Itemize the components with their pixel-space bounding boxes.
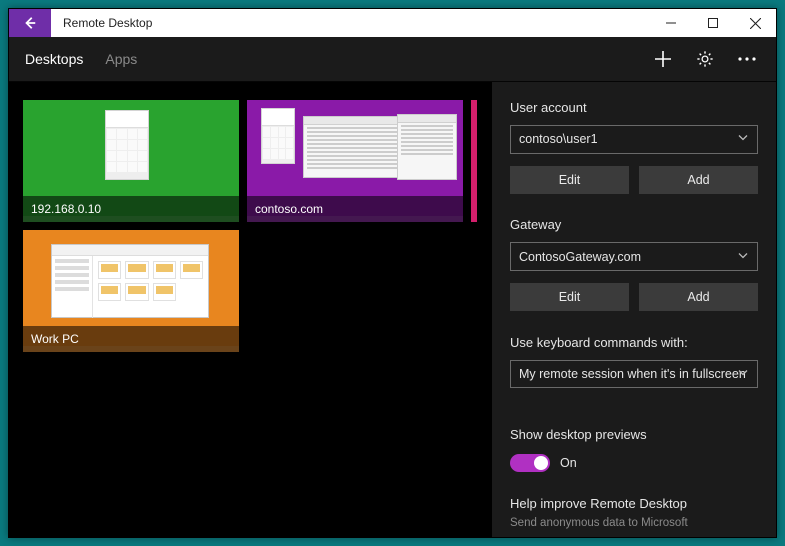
user-account-edit-button[interactable]: Edit bbox=[510, 166, 629, 194]
previews-state: On bbox=[560, 456, 577, 470]
gateway-label: Gateway bbox=[510, 217, 758, 232]
close-button[interactable] bbox=[734, 9, 776, 37]
chevron-down-icon bbox=[737, 249, 749, 264]
add-desktop-button[interactable] bbox=[642, 37, 684, 81]
body: 192.168.0.10 bbox=[9, 82, 776, 537]
settings-panel: User account contoso\user1 Edit Add Gate… bbox=[492, 82, 776, 537]
toggle-knob bbox=[534, 456, 548, 470]
help-improve-sub: Send anonymous data to Microsoft bbox=[510, 517, 758, 529]
minimize-button[interactable] bbox=[650, 9, 692, 37]
settings-button[interactable] bbox=[684, 37, 726, 81]
user-account-select[interactable]: contoso\user1 bbox=[510, 125, 758, 154]
gateway-select[interactable]: ContosoGateway.com bbox=[510, 242, 758, 271]
desktop-tile[interactable]: contoso.com bbox=[247, 100, 463, 222]
desktop-tile[interactable]: 192.168.0.10 bbox=[23, 100, 239, 222]
command-bar: Desktops Apps bbox=[9, 37, 776, 82]
back-arrow-icon bbox=[23, 16, 37, 30]
keyboard-value: My remote session when it's in fullscree… bbox=[519, 367, 746, 381]
desktop-tile[interactable] bbox=[471, 100, 477, 222]
close-icon bbox=[750, 18, 761, 29]
chevron-down-icon bbox=[737, 132, 749, 147]
tab-apps[interactable]: Apps bbox=[105, 51, 137, 67]
titlebar: Remote Desktop bbox=[9, 9, 776, 37]
window-title: Remote Desktop bbox=[51, 9, 164, 37]
maximize-button[interactable] bbox=[692, 9, 734, 37]
maximize-icon bbox=[708, 18, 718, 28]
chevron-down-icon bbox=[737, 366, 749, 381]
minimize-icon bbox=[666, 18, 676, 28]
keyboard-label: Use keyboard commands with: bbox=[510, 335, 758, 350]
keyboard-select[interactable]: My remote session when it's in fullscree… bbox=[510, 360, 758, 389]
back-button[interactable] bbox=[9, 9, 51, 37]
gear-icon bbox=[696, 50, 714, 68]
help-improve-label: Help improve Remote Desktop bbox=[510, 496, 758, 511]
titlebar-spacer bbox=[164, 9, 650, 37]
previews-label: Show desktop previews bbox=[510, 427, 758, 442]
desktop-caption: Work PC bbox=[23, 326, 239, 352]
user-account-value: contoso\user1 bbox=[519, 132, 598, 146]
more-button[interactable] bbox=[726, 37, 768, 81]
gateway-add-button[interactable]: Add bbox=[639, 283, 758, 311]
desktop-tile[interactable]: Work PC bbox=[23, 230, 239, 352]
gateway-edit-button[interactable]: Edit bbox=[510, 283, 629, 311]
ellipsis-icon bbox=[738, 57, 756, 61]
gateway-value: ContosoGateway.com bbox=[519, 250, 641, 264]
user-account-label: User account bbox=[510, 100, 758, 115]
app-window: Remote Desktop Desktops Apps bbox=[8, 8, 777, 538]
user-account-add-button[interactable]: Add bbox=[639, 166, 758, 194]
desktops-grid: 192.168.0.10 bbox=[9, 82, 492, 537]
tab-desktops[interactable]: Desktops bbox=[25, 51, 83, 67]
previews-toggle[interactable] bbox=[510, 454, 550, 472]
desktop-caption: contoso.com bbox=[247, 196, 463, 222]
desktop-caption: 192.168.0.10 bbox=[23, 196, 239, 222]
desktop-thumbnail bbox=[471, 100, 477, 222]
plus-icon bbox=[654, 50, 672, 68]
